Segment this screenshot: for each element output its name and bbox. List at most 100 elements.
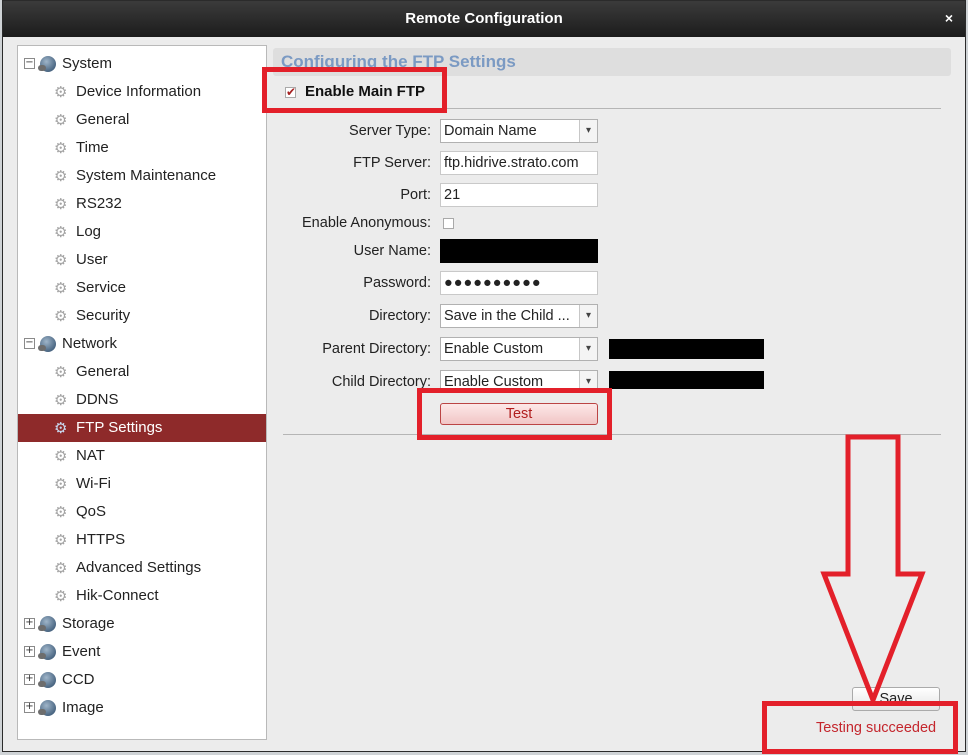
gear-icon: ⚙ [54,279,68,297]
tree-item-wifi[interactable]: ⚙ Wi-Fi [18,470,266,498]
globe-camera-icon [38,672,56,688]
expand-icon[interactable]: + [24,646,35,657]
gear-icon: ⚙ [54,391,68,409]
tree-item-network-general[interactable]: ⚙ General [18,358,266,386]
tree-item-general[interactable]: ⚙ General [18,106,266,134]
chevron-down-icon[interactable]: ▾ [579,305,597,327]
tree-group-label: Network [62,335,118,352]
tree-group-network[interactable]: − Network [22,330,266,358]
tree-item-label: Wi-Fi [76,475,111,492]
globe-camera-icon [38,336,56,352]
gear-icon: ⚙ [54,531,68,549]
server-type-select[interactable]: Domain Name ▾ [440,119,598,143]
chevron-down-icon[interactable]: ▾ [579,338,597,360]
gear-icon: ⚙ [54,139,68,157]
ftp-server-input[interactable]: ftp.hidrive.strato.com [440,151,598,175]
tree-item-ddns[interactable]: ⚙ DDNS [18,386,266,414]
highlight-status [762,701,958,754]
tree-item-label: NAT [76,447,105,464]
collapse-icon[interactable]: − [24,338,35,349]
tree-item-label: Service [76,279,127,296]
enable-anonymous-checkbox[interactable] [443,218,454,229]
tree-item-device-information[interactable]: ⚙ Device Information [18,78,266,106]
tree-item-label: FTP Settings [76,419,163,436]
directory-label: Directory: [368,308,431,324]
tree-item-label: Security [76,307,131,324]
tree-item-https[interactable]: ⚙ HTTPS [18,526,266,554]
tree-item-label: Log [76,223,102,240]
directory-value: Save in the Child ... [444,308,570,324]
tree-item-label: System Maintenance [76,167,217,184]
tree-item-label: RS232 [76,195,122,212]
gear-icon: ⚙ [54,111,68,129]
gear-icon: ⚙ [54,195,68,213]
gear-icon: ⚙ [54,447,68,465]
expand-icon[interactable]: + [24,702,35,713]
tree-item-label: HTTPS [76,531,126,548]
child-directory-label: Child Directory: [331,374,431,390]
child-directory-custom-input[interactable] [609,371,764,389]
tree-group-storage[interactable]: + Storage [22,610,266,638]
port-label: Port: [400,187,431,203]
tree-item-advanced-settings[interactable]: ⚙ Advanced Settings [18,554,266,582]
tree-item-security[interactable]: ⚙ Security [18,302,266,330]
parent-directory-custom-input[interactable] [609,339,764,359]
tree-group-event[interactable]: + Event [22,638,266,666]
gear-icon: ⚙ [54,587,68,605]
highlight-enable-main-ftp [262,67,447,113]
tree-item-system-maintenance[interactable]: ⚙ System Maintenance [18,162,266,190]
gear-icon: ⚙ [54,363,68,381]
gear-icon: ⚙ [54,475,68,493]
tree-group-label: Image [62,699,104,716]
gear-icon: ⚙ [54,167,68,185]
tree-item-hik-connect[interactable]: ⚙ Hik-Connect [18,582,266,610]
tree-item-nat[interactable]: ⚙ NAT [18,442,266,470]
parent-directory-select[interactable]: Enable Custom ▾ [440,337,598,361]
gear-icon: ⚙ [54,251,68,269]
enable-anonymous-label: Enable Anonymous: [302,215,431,231]
chevron-down-icon[interactable]: ▾ [579,120,597,142]
tree-item-label: Device Information [76,83,202,100]
highlight-test-button [417,388,612,440]
tree-group-ccd[interactable]: + CCD [22,666,266,694]
tree-item-service[interactable]: ⚙ Service [18,274,266,302]
parent-directory-label: Parent Directory: [322,341,431,357]
gear-icon: ⚙ [54,223,68,241]
expand-icon[interactable]: + [24,618,35,629]
parent-directory-value: Enable Custom [444,341,544,357]
gear-icon: ⚙ [54,83,68,101]
globe-camera-icon [38,700,56,716]
close-icon[interactable]: × [945,10,953,26]
tree-item-label: Advanced Settings [76,559,202,576]
tree-item-rs232[interactable]: ⚙ RS232 [18,190,266,218]
tree-item-ftp-settings[interactable]: ⚙ FTP Settings [18,414,266,442]
globe-camera-icon [38,616,56,632]
gear-icon: ⚙ [54,307,68,325]
tree-item-qos[interactable]: ⚙ QoS [18,498,266,526]
port-input[interactable]: 21 [440,183,598,207]
user-name-input[interactable] [440,239,598,263]
globe-camera-icon [38,644,56,660]
tree-group-image[interactable]: + Image [22,694,266,722]
child-directory-select[interactable]: Enable Custom ▾ [440,370,598,390]
user-name-label: User Name: [353,243,431,259]
title-bar: Remote Configuration × [3,1,965,37]
tree-item-user[interactable]: ⚙ User [18,246,266,274]
tree-item-log[interactable]: ⚙ Log [18,218,266,246]
chevron-down-icon[interactable]: ▾ [579,371,597,389]
tree-item-label: QoS [76,503,107,520]
tree-item-time[interactable]: ⚙ Time [18,134,266,162]
window-title: Remote Configuration [405,10,563,27]
directory-select[interactable]: Save in the Child ... ▾ [440,304,598,328]
gear-icon: ⚙ [54,419,68,437]
tree-group-label: Event [62,643,101,660]
tree-group-label: System [62,55,113,72]
tree-group-label: Storage [62,615,115,632]
tree-item-label: DDNS [76,391,119,408]
password-input[interactable]: ●●●●●●●●●● [440,271,598,295]
collapse-icon[interactable]: − [24,58,35,69]
ftp-server-label: FTP Server: [353,155,431,171]
config-tree: − System ⚙ Device Information ⚙ General ⚙ T… [17,45,267,740]
tree-group-system[interactable]: − System [22,50,266,78]
expand-icon[interactable]: + [24,674,35,685]
